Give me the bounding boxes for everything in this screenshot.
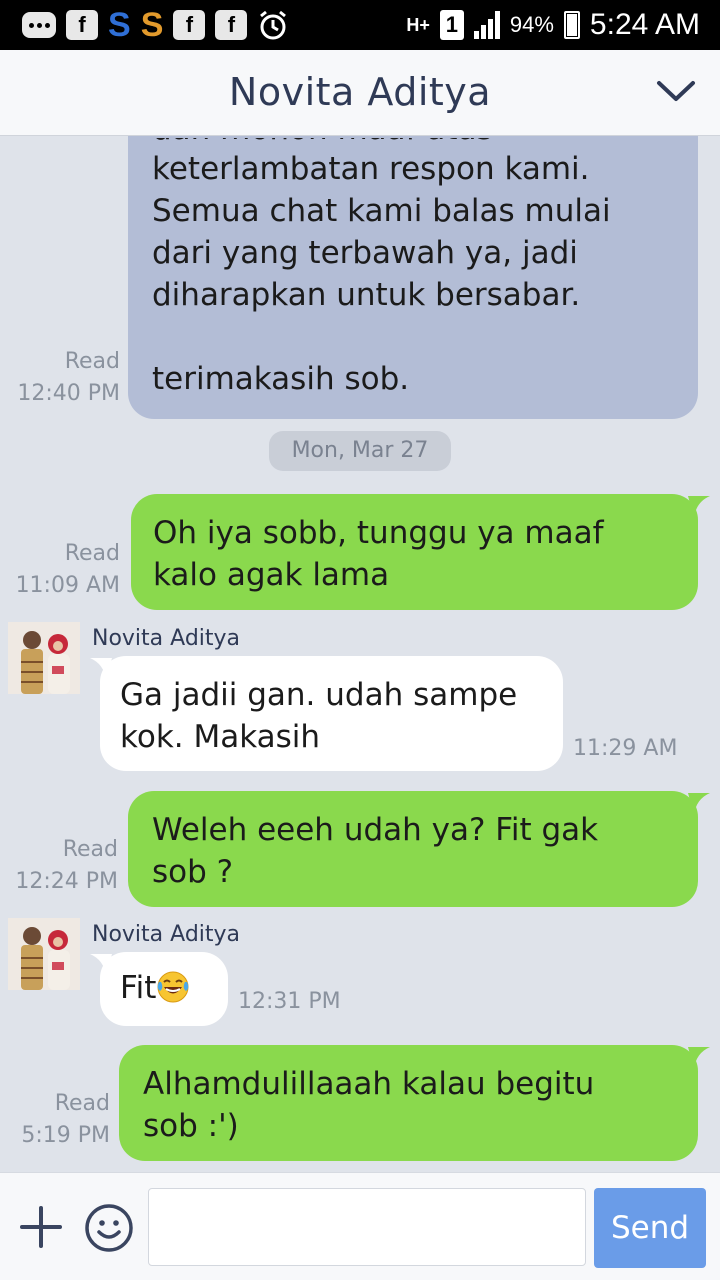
swiftkey-icon: S	[140, 6, 164, 44]
tears-of-joy-emoji	[157, 971, 189, 1003]
avatar[interactable]	[8, 918, 80, 990]
network-type: H+	[406, 14, 430, 35]
chat-header: Novita Aditya	[0, 50, 720, 136]
facebook-icon: f	[66, 10, 98, 40]
facebook-icon: f	[173, 10, 206, 40]
alarm-icon	[260, 10, 287, 40]
read-receipt: Read	[64, 349, 120, 374]
bubble-tail	[90, 658, 112, 680]
clock: 5:24 AM	[589, 8, 700, 41]
message-text-line: terimakasih sob.	[152, 361, 410, 397]
message-text-line: kalo agak lama	[153, 557, 390, 593]
sim-slot-icon: 1	[439, 10, 464, 40]
sender-name: Novita Aditya	[92, 922, 241, 947]
message-bubble-incoming[interactable]: Ga jadii gan. udah sampe kok. Makasih	[100, 656, 563, 771]
message-bubble-outgoing[interactable]: Oh iya sobb, tunggu ya maaf kalo agak la…	[131, 494, 698, 610]
message-meta: Read 12:40 PM	[10, 346, 120, 410]
send-button[interactable]: Send	[594, 1188, 706, 1268]
read-receipt: Read	[54, 1091, 110, 1116]
message-text-line: Weleh eeeh udah ya? Fit gak	[152, 812, 599, 848]
message-bubble-incoming[interactable]: Fit	[100, 952, 228, 1026]
chat-title: Novita Aditya	[228, 70, 492, 114]
message-input[interactable]	[148, 1188, 586, 1266]
message-time: 11:09 AM	[15, 573, 120, 598]
message-text-line: Oh iya sobb, tunggu ya maaf	[153, 515, 604, 551]
plus-icon[interactable]	[20, 1206, 62, 1248]
message-text-line: dari yang terbawah ya, jadi	[152, 235, 578, 271]
message-time: 12:24 PM	[15, 869, 118, 894]
message-time: 5:19 PM	[21, 1123, 110, 1148]
message-bubble-outgoing[interactable]: Weleh eeeh udah ya? Fit gak sob ?	[128, 791, 698, 907]
read-receipt: Read	[62, 837, 118, 862]
bubble-tail	[688, 496, 710, 518]
message-text-line: keterlambatan respon kami.	[152, 151, 590, 187]
read-receipt: Read	[64, 541, 120, 566]
message-meta: Read 11:09 AM	[10, 538, 120, 602]
message-meta: Read 12:24 PM	[8, 834, 118, 898]
message-time: 12:40 PM	[17, 381, 120, 406]
message-text-line: Ga jadii gan. udah sampe	[120, 677, 518, 713]
message-bubble-outgoing[interactable]: Alhamdulillaaah kalau begitu sob :')	[119, 1045, 698, 1161]
signal-icon	[473, 11, 500, 39]
bubble-tail	[688, 793, 710, 815]
emoji-smile-icon[interactable]	[84, 1203, 134, 1253]
bubble-tail	[90, 954, 112, 976]
message-text-line	[152, 316, 674, 358]
message-time: 11:29 AM	[573, 736, 678, 761]
bubble-tail	[688, 1047, 710, 1069]
message-text-line: kok. Makasih	[120, 719, 321, 755]
sender-name: Novita Aditya	[92, 626, 241, 651]
date-separator: Mon, Mar 27	[269, 431, 451, 471]
message-list[interactable]: dan mohon maaf atas keterlambatan respon…	[0, 136, 720, 1172]
message-text: Fit	[120, 970, 157, 1006]
message-text-line: sob ?	[152, 854, 234, 890]
status-bar: f S S f f H+ 1 94% 5:24 AM	[0, 0, 720, 50]
battery-percent: 94%	[509, 12, 554, 37]
message-time: 12:31 PM	[238, 989, 341, 1014]
message-text-line: diharapkan untuk bersabar.	[152, 277, 581, 313]
message-input-bar: Send	[0, 1172, 720, 1280]
chevron-down-icon[interactable]	[656, 76, 696, 106]
facebook-icon: f	[215, 10, 248, 40]
message-bubble[interactable]: dan mohon maaf atas keterlambatan respon…	[128, 136, 698, 419]
battery-icon	[563, 11, 580, 39]
bbm-icon	[22, 12, 56, 38]
message-text-line: dan mohon maaf atas	[152, 138, 674, 148]
message-meta: Read 5:19 PM	[0, 1088, 110, 1152]
shazam-icon: S	[108, 6, 131, 44]
message-text-line: Semua chat kami balas mulai	[152, 193, 611, 229]
message-text-line: Alhamdulillaaah kalau begitu	[143, 1066, 595, 1102]
notification-icons: f S S f f	[22, 8, 289, 42]
message-text-line: sob :')	[143, 1108, 239, 1144]
avatar[interactable]	[8, 622, 80, 694]
